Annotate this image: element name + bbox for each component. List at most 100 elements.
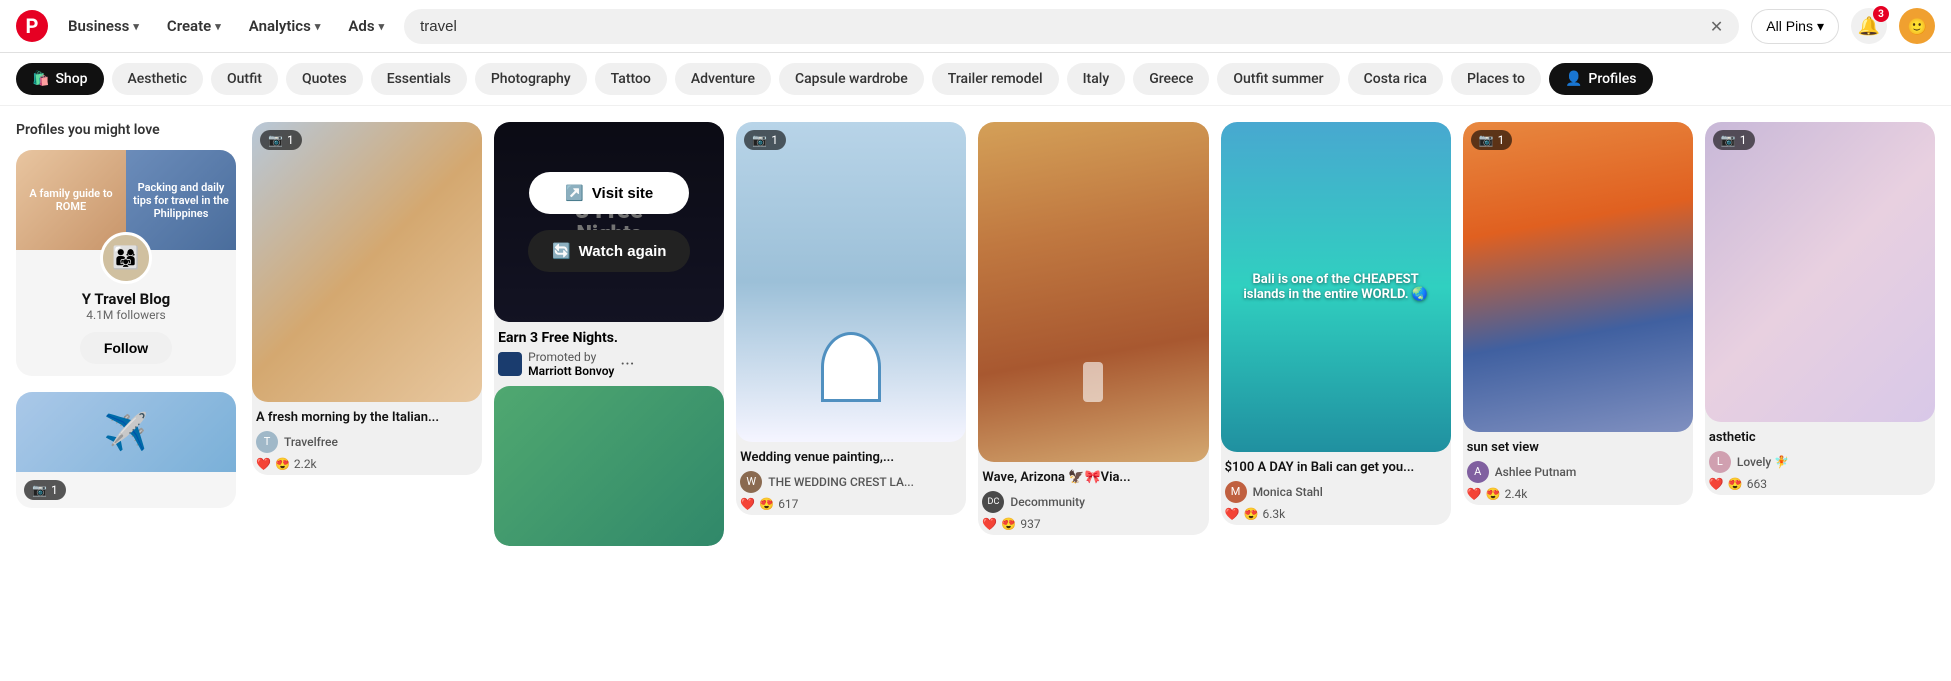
filter-pill-outfit[interactable]: Outfit xyxy=(211,63,278,95)
pin-meta-bali: $100 A DAY in Bali can get you... M Moni… xyxy=(1221,452,1451,525)
pin-promo-meta: Earn 3 Free Nights. Promoted by Marriott… xyxy=(494,322,724,386)
replay-icon: 🔄 xyxy=(552,242,571,260)
pin-card-sunset[interactable]: 📷 1 sun set view A Ashlee Putnam ❤️ 😍 2.… xyxy=(1463,122,1693,505)
pin-stat-count-6: 2.4k xyxy=(1505,487,1528,501)
watch-again-label: Watch again xyxy=(579,243,667,260)
pin-stats-bali: ❤️ 😍 6.3k xyxy=(1225,507,1447,521)
nav-analytics-chevron: ▾ xyxy=(315,20,321,33)
pin-badge-count-6: 1 xyxy=(1498,133,1505,147)
bali-overlay-text: Bali is one of the CHEAPEST islands in t… xyxy=(1221,256,1451,318)
pin-image-island xyxy=(494,386,724,546)
pill-label-aesthetic: Aesthetic xyxy=(128,71,187,87)
search-bar: ✕ xyxy=(404,9,1739,44)
filter-pill-greece[interactable]: Greece xyxy=(1133,63,1209,95)
pill-label-shop: Shop xyxy=(55,71,87,87)
pin-card-italian[interactable]: 📷 1 A fresh morning by the Italian... T … xyxy=(252,122,482,475)
pin-card-bali[interactable]: 📷 1 Bali is one of the CHEAPEST islands … xyxy=(1221,122,1451,525)
pin-author-row-wedding: W THE WEDDING CREST LA... xyxy=(740,471,962,493)
nav-business-chevron: ▾ xyxy=(133,20,139,33)
nav-analytics[interactable]: Analytics ▾ xyxy=(241,11,329,41)
pin-meta-sunset: sun set view A Ashlee Putnam ❤️ 😍 2.4k xyxy=(1463,432,1693,505)
filter-bar: 🛍️ Shop Aesthetic OutfitQuotesEssentialsPho… xyxy=(0,53,1951,106)
nav-ads[interactable]: Ads ▾ xyxy=(340,11,392,41)
more-options-icon[interactable]: ··· xyxy=(620,354,634,375)
pin-card-wave[interactable]: 📷 3 Wave, Arizona 🦅🎀Via... DC Decommunit… xyxy=(978,122,1208,535)
pinterest-logo[interactable]: P xyxy=(16,10,48,42)
pin-card-marriott[interactable]: Travel More. 3 Free Nights Win a Free Tr… xyxy=(494,122,724,546)
profile-avatar: 👨‍👩‍👧 xyxy=(100,232,152,284)
pinterest-logo-char: P xyxy=(26,14,39,38)
pin-author-avatar-wave: DC xyxy=(982,491,1004,513)
fire-icon: 😍 xyxy=(275,457,290,471)
profile-card-2: ✈️ 📷 1 xyxy=(16,392,236,508)
pin-author-row-sunset: A Ashlee Putnam xyxy=(1467,461,1689,483)
pill-icon-profiles: 👤 xyxy=(1565,71,1582,87)
nav-business[interactable]: Business ▾ xyxy=(60,11,147,41)
follow-button[interactable]: Follow xyxy=(80,332,172,364)
cover-left: A family guide to ROME xyxy=(16,150,126,250)
fire-icon-4: 😍 xyxy=(1001,517,1016,531)
camera-icon: 📷 xyxy=(32,483,47,497)
profile-card-1: A family guide to ROME Packing and daily… xyxy=(16,150,236,376)
heart-icon-5: ❤️ xyxy=(1225,507,1240,521)
pill-label-profiles: Profiles xyxy=(1588,71,1636,87)
filter-pill-places-to[interactable]: Places to xyxy=(1451,63,1541,95)
pill-label-italy: Italy xyxy=(1083,71,1110,87)
filter-pill-capsule-wardrobe[interactable]: Capsule wardrobe xyxy=(779,63,924,95)
pill-icon-shop: 🛍️ xyxy=(32,71,49,87)
filter-pill-shop[interactable]: 🛍️ Shop xyxy=(16,63,104,95)
visit-site-button[interactable]: ↗️ Visit site xyxy=(529,172,689,214)
pill-label-tattoo: Tattoo xyxy=(611,71,651,87)
pill-label-capsule-wardrobe: Capsule wardrobe xyxy=(795,71,908,87)
pill-label-places-to: Places to xyxy=(1467,71,1525,87)
pin-image-italian xyxy=(252,122,482,402)
pin-stat-count: 2.2k xyxy=(294,457,317,471)
pin-overlay: ↗️ Visit site 🔄 Watch again xyxy=(494,122,724,322)
pin-card-wedding[interactable]: 📷 1 Wedding venue painting,... W THE WED… xyxy=(736,122,966,515)
notifications-button[interactable]: 🔔 3 xyxy=(1851,8,1887,44)
filter-pill-aesthetic[interactable]: Aesthetic xyxy=(112,63,203,95)
pin-meta-italian: A fresh morning by the Italian... T Trav… xyxy=(252,402,482,475)
promo-brand-name: Marriott Bonvoy xyxy=(528,364,614,378)
search-clear-icon[interactable]: ✕ xyxy=(1710,17,1723,36)
fire-icon-6: 😍 xyxy=(1486,487,1501,501)
pin-card-aesthetic[interactable]: 📷 1 asthetic L Lovely 🧚 ❤️ 😍 663 xyxy=(1705,122,1935,495)
cover-right: Packing and daily tips for travel in the… xyxy=(126,150,236,250)
filter-pill-photography[interactable]: Photography xyxy=(475,63,587,95)
heart-icon-6: ❤️ xyxy=(1467,487,1482,501)
filter-pill-trailer-remodel[interactable]: Trailer remodel xyxy=(932,63,1059,95)
pin-stats-wedding: ❤️ 😍 617 xyxy=(740,497,962,511)
pin-meta-wave: Wave, Arizona 🦅🎀Via... DC Decommunity ❤️… xyxy=(978,462,1208,535)
pin-promo-bg: Travel More. 3 Free Nights Win a Free Tr… xyxy=(494,122,724,322)
promo-brand-info: Promoted by Marriott Bonvoy xyxy=(528,350,614,378)
all-pins-button[interactable]: All Pins ▾ xyxy=(1751,9,1839,44)
visit-site-label: Visit site xyxy=(592,185,653,202)
profile-info: 👨‍👩‍👧 Y Travel Blog 4.1M followers Follo… xyxy=(16,250,236,376)
pin-author-name-wedding: THE WEDDING CREST LA... xyxy=(768,475,914,489)
camera-icon-6: 📷 xyxy=(1479,133,1494,147)
pin-image-bali: Bali is one of the CHEAPEST islands in t… xyxy=(1221,122,1451,452)
pin-title-sunset: sun set view xyxy=(1467,440,1689,457)
user-avatar[interactable]: 🙂 xyxy=(1899,8,1935,44)
profile-name: Y Travel Blog xyxy=(82,290,170,308)
cover-right-text: Packing and daily tips for travel in the… xyxy=(130,181,232,220)
sidebar-title: Profiles you might love xyxy=(16,122,236,138)
filter-pill-tattoo[interactable]: Tattoo xyxy=(595,63,667,95)
filter-pill-outfit-summer[interactable]: Outfit summer xyxy=(1217,63,1339,95)
watch-again-button[interactable]: 🔄 Watch again xyxy=(528,230,690,272)
pin-image-aesthetic xyxy=(1705,122,1935,422)
filter-pill-essentials[interactable]: Essentials xyxy=(371,63,467,95)
pin-author-avatar-bali: M xyxy=(1225,481,1247,503)
filter-pill-profiles[interactable]: 👤 Profiles xyxy=(1549,63,1653,95)
filter-pill-adventure[interactable]: Adventure xyxy=(675,63,771,95)
profile-2-badge: 📷 1 xyxy=(24,480,66,500)
nav-create[interactable]: Create ▾ xyxy=(159,11,229,41)
pill-label-trailer-remodel: Trailer remodel xyxy=(948,71,1043,87)
filter-pill-italy[interactable]: Italy xyxy=(1067,63,1126,95)
filter-pill-costa-rica[interactable]: Costa rica xyxy=(1348,63,1443,95)
filter-pill-quotes[interactable]: Quotes xyxy=(286,63,363,95)
pin-stats-italian: ❤️ 😍 2.2k xyxy=(256,457,478,471)
heart-icon-4: ❤️ xyxy=(982,517,997,531)
search-input[interactable] xyxy=(420,18,1702,35)
pin-badge-count: 1 xyxy=(287,133,294,147)
